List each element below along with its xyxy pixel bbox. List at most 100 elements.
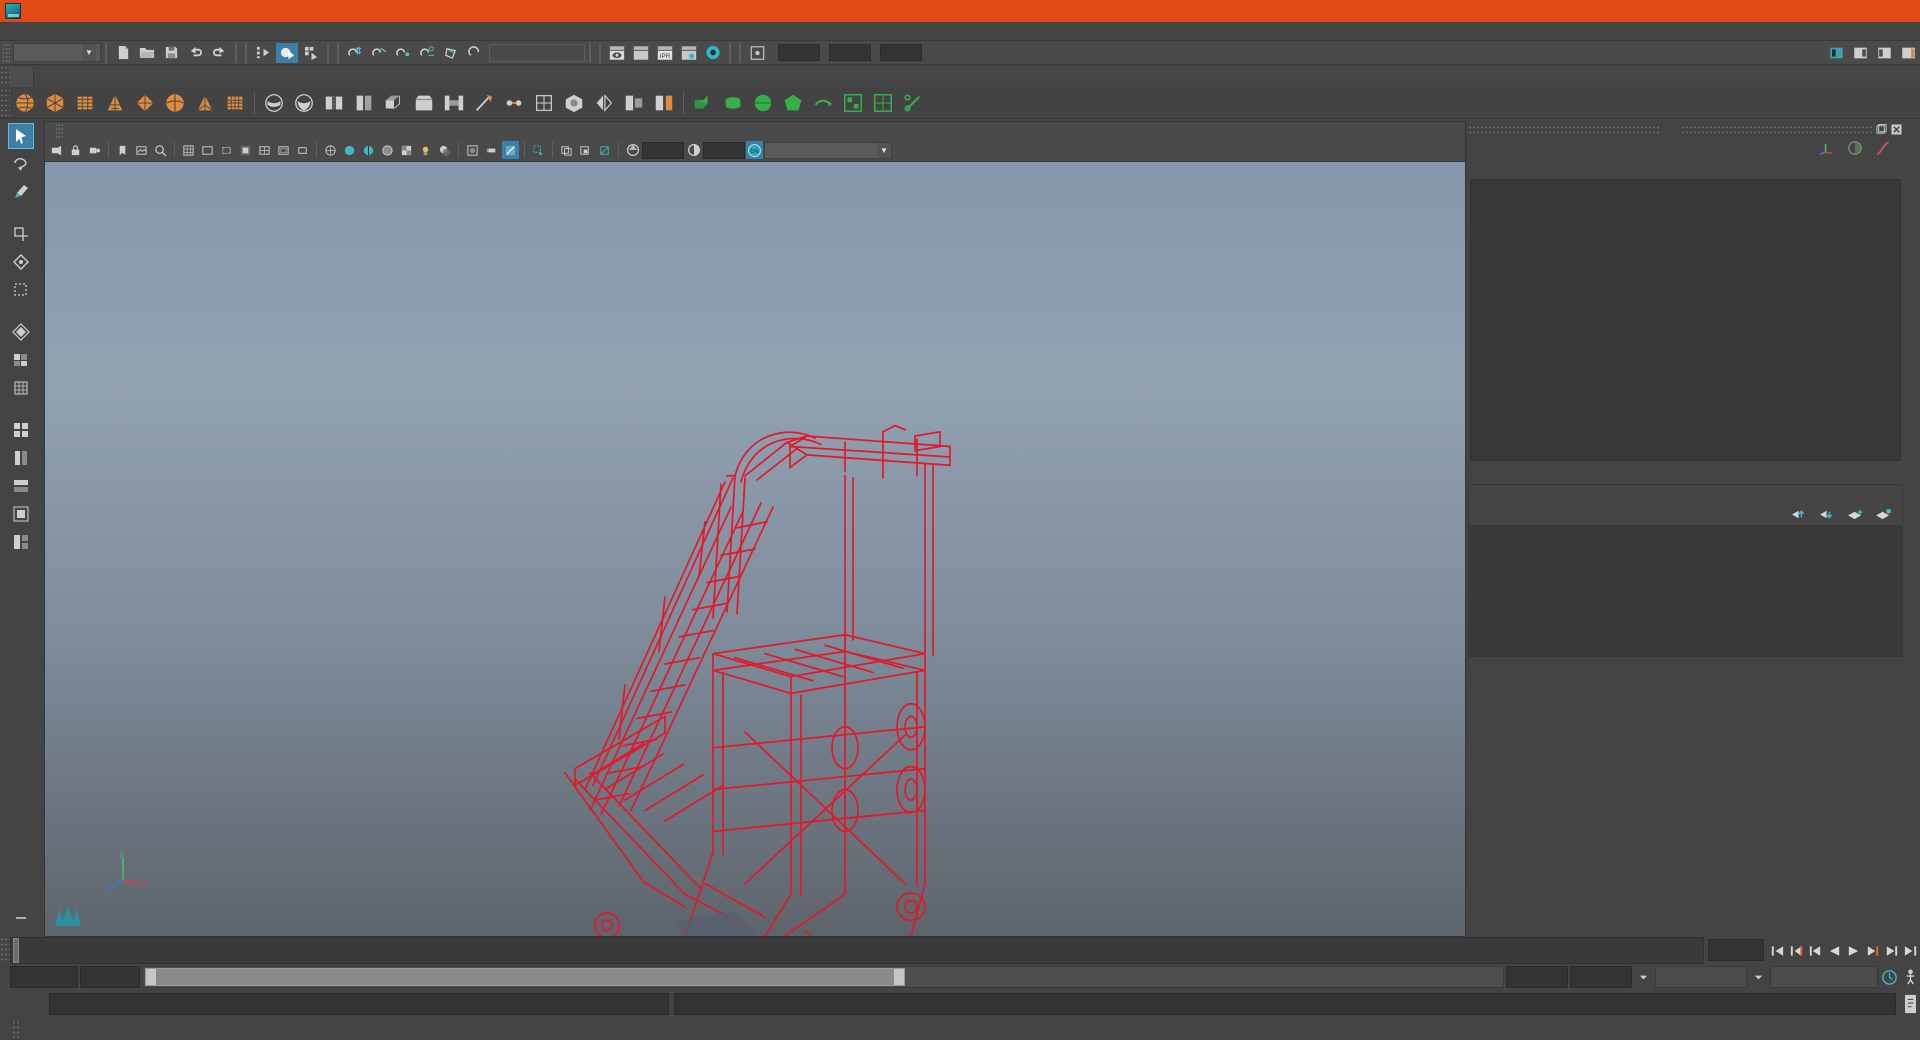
- safe-action-icon[interactable]: [275, 141, 292, 159]
- command-output-field[interactable]: [674, 993, 1896, 1015]
- make-live-icon[interactable]: [464, 43, 486, 63]
- uv-planar-icon[interactable]: [688, 89, 718, 117]
- lock-camera-icon[interactable]: [67, 141, 84, 159]
- time-slider[interactable]: [10, 937, 1704, 964]
- range-bar[interactable]: [145, 968, 905, 986]
- hypershade-icon[interactable]: [702, 43, 724, 63]
- anim-end-field[interactable]: [1570, 966, 1632, 988]
- sculpt-icon[interactable]: [649, 89, 679, 117]
- step-forward-key-icon[interactable]: [1882, 944, 1901, 958]
- uv-cut-icon[interactable]: [898, 89, 928, 117]
- uv-automatic-icon[interactable]: [778, 89, 808, 117]
- move-layer-up-icon[interactable]: [1791, 508, 1808, 521]
- quad-draw-icon[interactable]: [529, 89, 559, 117]
- smooth-shade-selected-icon[interactable]: [360, 141, 377, 159]
- go-to-end-icon[interactable]: [1901, 944, 1920, 958]
- snap-to-grid-icon[interactable]: [344, 43, 366, 63]
- anim-layer-selector[interactable]: [1655, 966, 1747, 988]
- bookmark-icon[interactable]: [114, 141, 131, 159]
- polygon-cube-icon[interactable]: [40, 89, 70, 117]
- toggle-editors-icon[interactable]: [746, 43, 768, 63]
- boolean-union-icon[interactable]: [259, 89, 289, 117]
- target-weld-icon[interactable]: [499, 89, 529, 117]
- character-set-selector[interactable]: [1770, 966, 1878, 988]
- mirror-icon[interactable]: [589, 89, 619, 117]
- step-back-key-icon[interactable]: [1787, 944, 1806, 958]
- extrude-icon[interactable]: [379, 89, 409, 117]
- shelf-grip[interactable]: [0, 65, 10, 87]
- screenspace-ao-icon[interactable]: [464, 141, 481, 159]
- field-chart-icon[interactable]: [256, 141, 273, 159]
- tool-row-icon-3[interactable]: [8, 473, 34, 499]
- tool-row-icon-4[interactable]: [8, 501, 34, 527]
- scale-tool[interactable]: [8, 277, 34, 303]
- safe-title-icon[interactable]: [294, 141, 311, 159]
- wireframe-shading-icon[interactable]: [322, 141, 339, 159]
- tool-row-icon-2[interactable]: [8, 445, 34, 471]
- close-icon[interactable]: [1890, 123, 1903, 136]
- select-by-object-type-icon[interactable]: [276, 42, 298, 63]
- camera-attributes-icon[interactable]: [86, 141, 103, 159]
- polygon-cylinder-icon[interactable]: [70, 89, 100, 117]
- menuset-selector[interactable]: ▼: [13, 43, 101, 62]
- range-handle-right[interactable]: [894, 969, 904, 985]
- playback-start-field[interactable]: [80, 966, 140, 988]
- lasso-tool[interactable]: [8, 151, 34, 177]
- persp-viewport[interactable]: y x z: [44, 161, 1466, 937]
- gate-mask-icon[interactable]: [237, 141, 254, 159]
- redo-render-icon[interactable]: [630, 43, 652, 63]
- snap-to-view-plane-icon[interactable]: [440, 43, 462, 63]
- bevel-icon[interactable]: [409, 89, 439, 117]
- character-figure-icon[interactable]: [1901, 968, 1920, 986]
- command-input-field[interactable]: [49, 993, 669, 1015]
- script-editor-icon[interactable]: [1901, 994, 1920, 1014]
- undock-icon[interactable]: [1875, 123, 1888, 136]
- exposure-field[interactable]: [642, 141, 684, 159]
- go-to-start-icon[interactable]: [1768, 944, 1787, 958]
- help-line-grip[interactable]: [12, 1020, 20, 1038]
- multisample-aa-icon[interactable]: [502, 141, 519, 159]
- multi-cut-icon[interactable]: [469, 89, 499, 117]
- film-gate-icon[interactable]: [199, 141, 216, 159]
- exposure-icon[interactable]: [624, 141, 641, 159]
- x-coordinate-field[interactable]: [778, 44, 820, 61]
- current-frame-field[interactable]: [1708, 939, 1764, 961]
- tool-row-icon-5[interactable]: [8, 529, 34, 555]
- panel-menu-grip[interactable]: [55, 122, 63, 139]
- render-settings-icon[interactable]: [678, 43, 700, 63]
- two-d-pan-zoom-icon[interactable]: [152, 141, 169, 159]
- shadows-icon[interactable]: [436, 141, 453, 159]
- polygon-plane-icon[interactable]: [160, 89, 190, 117]
- select-by-component-type-icon[interactable]: [300, 43, 322, 63]
- color-space-selector[interactable]: ▼: [764, 141, 892, 159]
- move-tool[interactable]: [8, 221, 34, 247]
- show-hide-tool-settings-icon[interactable]: [1873, 43, 1895, 63]
- animation-preferences-icon[interactable]: [1880, 968, 1899, 986]
- smooth-shade-all-icon[interactable]: [341, 141, 358, 159]
- step-forward-frame-icon[interactable]: [1863, 944, 1882, 958]
- time-slider-grip[interactable]: [0, 937, 10, 964]
- shelf-row-grip[interactable]: [0, 87, 10, 118]
- time-cursor[interactable]: [13, 938, 19, 963]
- select-tool[interactable]: [8, 123, 34, 149]
- move-layer-down-icon[interactable]: [1819, 508, 1836, 521]
- shading-sphere-icon[interactable]: [1847, 140, 1863, 156]
- image-plane-icon[interactable]: [133, 141, 150, 159]
- shelf-tab-menu-button[interactable]: [10, 67, 34, 87]
- render-current-frame-icon[interactable]: [606, 43, 628, 63]
- polygon-torus-icon[interactable]: [130, 89, 160, 117]
- snap-to-projected-center-icon[interactable]: [416, 43, 438, 63]
- create-layer-from-selected-icon[interactable]: [1875, 508, 1892, 521]
- new-scene-icon[interactable]: [112, 43, 134, 63]
- bridge-icon[interactable]: [439, 89, 469, 117]
- live-surface-field[interactable]: [489, 43, 585, 62]
- uv-cylindrical-icon[interactable]: [718, 89, 748, 117]
- minimize-button[interactable]: [1782, 0, 1828, 22]
- show-hide-channel-box-icon[interactable]: [1897, 43, 1919, 63]
- show-hide-attribute-editor-icon[interactable]: [1849, 43, 1871, 63]
- use-all-lights-icon[interactable]: [417, 141, 434, 159]
- play-forwards-icon[interactable]: [1844, 944, 1863, 958]
- step-back-frame-icon[interactable]: [1806, 944, 1825, 958]
- ipr-render-icon[interactable]: IPR: [654, 43, 676, 63]
- motion-blur-icon[interactable]: [483, 141, 500, 159]
